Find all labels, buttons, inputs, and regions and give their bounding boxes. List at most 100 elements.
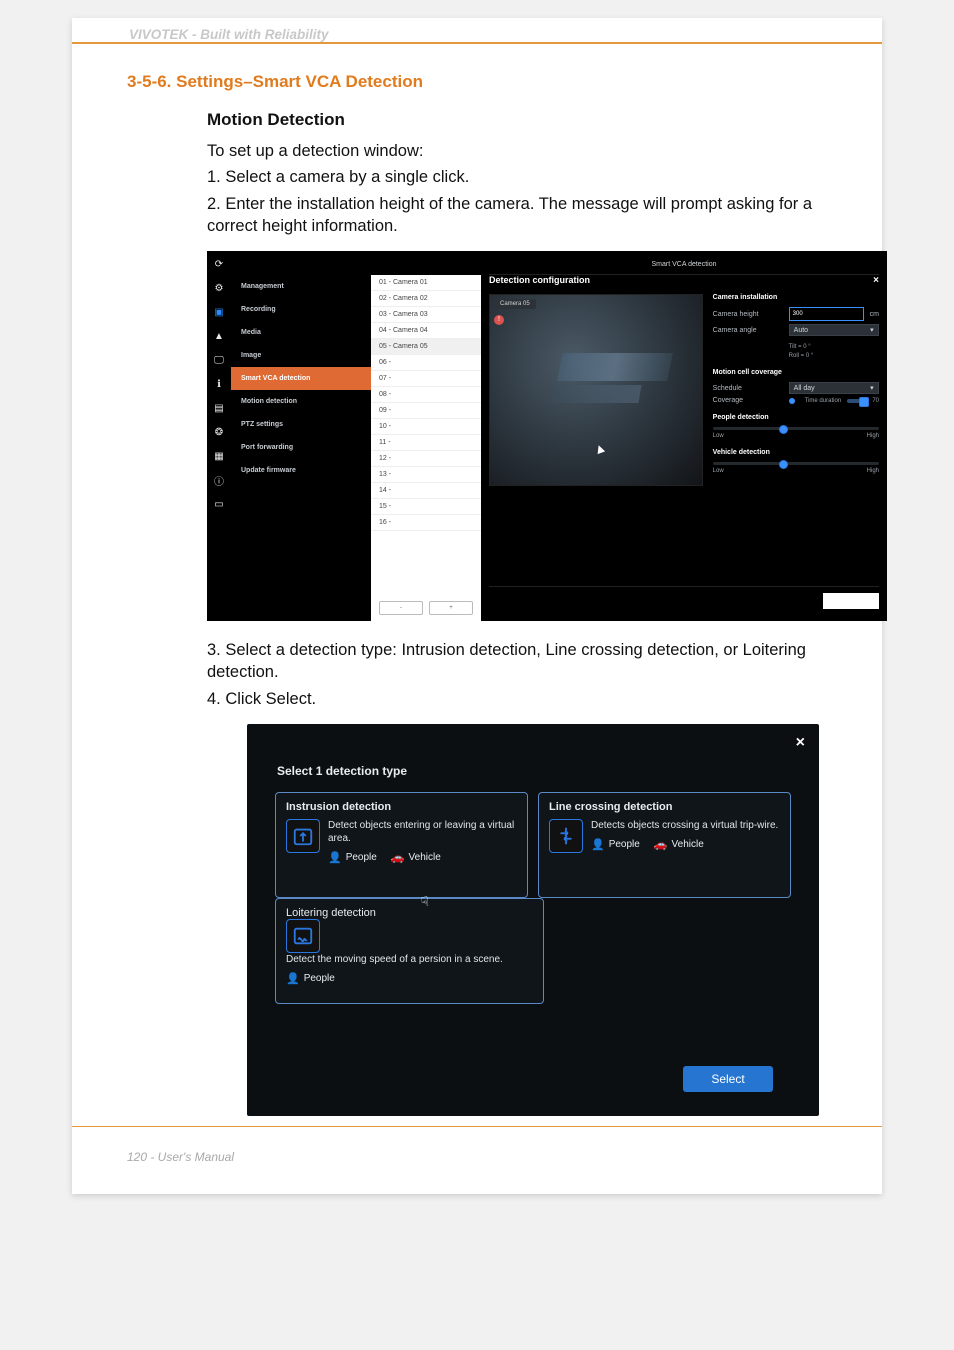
camera-list: 01 - Camera 01 02 - Camera 02 03 - Camer… bbox=[371, 275, 481, 621]
select-button[interactable]: Select bbox=[683, 1066, 773, 1092]
cursor-icon bbox=[595, 444, 605, 454]
label-high: High bbox=[867, 468, 879, 474]
select-camera-angle[interactable]: Auto ▾ bbox=[789, 324, 879, 336]
tag-people: People bbox=[609, 839, 640, 850]
card-desc: Detect the moving speed of a persion in … bbox=[286, 953, 533, 966]
coverage-gauge[interactable] bbox=[847, 399, 866, 403]
nav-item-management[interactable]: Management bbox=[231, 275, 371, 298]
subsection-heading: Motion Detection bbox=[207, 110, 827, 130]
camera-row[interactable]: 07 - bbox=[371, 371, 481, 387]
group-header: Camera installation bbox=[713, 294, 879, 301]
card-loitering-detection[interactable]: Loitering detection Detect the moving sp… bbox=[275, 898, 544, 1004]
intro-text: To set up a detection window: bbox=[207, 140, 827, 162]
readout-roll: Roll = 0 ° bbox=[789, 353, 814, 359]
camera-icon[interactable]: ▣ bbox=[212, 305, 226, 319]
globe-icon[interactable]: ❂ bbox=[212, 425, 226, 439]
camera-row[interactable]: 09 - bbox=[371, 403, 481, 419]
step-item: 3. Select a detection type: Intrusion de… bbox=[207, 639, 827, 684]
camera-row[interactable]: 12 - bbox=[371, 451, 481, 467]
tab-smart-vca-detection[interactable]: Smart VCA detection bbox=[489, 257, 879, 275]
group-header: Motion cell coverage bbox=[713, 369, 879, 376]
camera-row[interactable]: 08 - bbox=[371, 387, 481, 403]
camera-row-selected[interactable]: 05 - Camera 05 bbox=[371, 339, 481, 355]
chevron-down-icon: ▾ bbox=[870, 326, 874, 334]
coverage-value: 70 bbox=[872, 398, 879, 404]
camera-row[interactable]: 14 - bbox=[371, 483, 481, 499]
nav-item-recording[interactable]: Recording bbox=[231, 298, 371, 321]
step-item: 2. Enter the installation height of the … bbox=[207, 193, 827, 238]
camera-row[interactable]: 13 - bbox=[371, 467, 481, 483]
group-header: Vehicle detection bbox=[713, 449, 879, 456]
chevron-down-icon: ▾ bbox=[870, 384, 874, 392]
camera-row[interactable]: 11 - bbox=[371, 435, 481, 451]
loitering-icon bbox=[286, 919, 320, 953]
settings-nav: Management Recording Media Image Smart V… bbox=[231, 275, 371, 621]
step-item: 4. Click Select. bbox=[207, 688, 827, 710]
calendar-icon[interactable]: ▭ bbox=[212, 497, 226, 511]
user-icon[interactable]: ℹ bbox=[212, 377, 226, 391]
group-motion-cell-coverage: Motion cell coverage Schedule All day ▾ … bbox=[713, 369, 879, 404]
card-desc: Detect objects entering or leaving a vir… bbox=[328, 819, 517, 845]
power-icon[interactable]: ⟳ bbox=[212, 257, 226, 271]
vehicle-icon: 🚗 bbox=[654, 838, 668, 851]
readout-tilt: Tilt = 0 ° bbox=[789, 344, 811, 350]
storage-icon[interactable]: ▤ bbox=[212, 401, 226, 415]
nav-item-smart-vca[interactable]: Smart VCA detection bbox=[231, 367, 371, 390]
camera-row[interactable]: 10 - bbox=[371, 419, 481, 435]
group-camera-installation: Camera installation Camera height 300 cm… bbox=[713, 294, 879, 359]
select-schedule[interactable]: All day ▾ bbox=[789, 382, 879, 394]
radio-time-duration[interactable] bbox=[789, 398, 795, 404]
nav-item-port-forwarding[interactable]: Port forwarding bbox=[231, 436, 371, 459]
nav-item-media[interactable]: Media bbox=[231, 321, 371, 344]
warning-icon[interactable]: ! bbox=[494, 315, 504, 325]
nav-item-motion-detection[interactable]: Motion detection bbox=[231, 390, 371, 413]
grid-icon[interactable]: ▦ bbox=[212, 449, 226, 463]
slider-vehicle-sensitivity[interactable] bbox=[713, 462, 879, 465]
camera-row[interactable]: 15 - bbox=[371, 499, 481, 515]
label-high: High bbox=[867, 433, 879, 439]
camlist-remove-button[interactable]: - bbox=[379, 601, 423, 615]
preview-camera-chip: Camera 05 bbox=[494, 299, 536, 309]
apply-button[interactable] bbox=[823, 593, 879, 609]
camlist-add-button[interactable]: + bbox=[429, 601, 473, 615]
camera-row[interactable]: 06 - bbox=[371, 355, 481, 371]
left-icon-rail: ⟳ ⚙ ▣ ▲ 🖵 ℹ ▤ ❂ ▦ ⓘ ▭ bbox=[207, 251, 231, 621]
page-footer: 120 - User's Manual bbox=[127, 1150, 827, 1164]
camera-preview[interactable]: Camera 05 ! bbox=[489, 294, 703, 486]
close-icon[interactable]: × bbox=[873, 275, 879, 286]
display-icon[interactable]: 🖵 bbox=[212, 353, 226, 367]
line-crossing-icon bbox=[549, 819, 583, 853]
nav-item-ptz[interactable]: PTZ settings bbox=[231, 413, 371, 436]
camera-row[interactable]: 02 - Camera 02 bbox=[371, 291, 481, 307]
close-icon[interactable]: × bbox=[796, 734, 805, 752]
camera-row[interactable]: 01 - Camera 01 bbox=[371, 275, 481, 291]
config-form: Camera installation Camera height 300 cm… bbox=[713, 294, 879, 486]
camera-row[interactable]: 04 - Camera 04 bbox=[371, 323, 481, 339]
unit-cm: cm bbox=[870, 311, 879, 318]
info-icon[interactable]: ⓘ bbox=[212, 473, 226, 487]
card-line-crossing-detection[interactable]: Line crossing detection Detects objects … bbox=[538, 792, 791, 898]
select-value: Auto bbox=[794, 327, 808, 334]
preview-decor bbox=[548, 385, 641, 403]
nav-item-update-firmware[interactable]: Update firmware bbox=[231, 459, 371, 482]
gear-icon[interactable]: ⚙ bbox=[212, 281, 226, 295]
label-camera-angle: Camera angle bbox=[713, 327, 783, 334]
card-desc: Detects objects crossing a virtual trip-… bbox=[591, 819, 780, 832]
dialog-title: Select 1 detection type bbox=[277, 764, 407, 778]
slider-people-sensitivity[interactable] bbox=[713, 427, 879, 430]
label-coverage: Coverage bbox=[713, 397, 783, 404]
nav-item-image[interactable]: Image bbox=[231, 344, 371, 367]
intrusion-icon bbox=[286, 819, 320, 853]
camera-row[interactable]: 16 - bbox=[371, 515, 481, 531]
card-intrusion-detection[interactable]: Instrusion detection Detect objects ente… bbox=[275, 792, 528, 898]
person-icon: 👤 bbox=[591, 838, 605, 851]
input-camera-height[interactable]: 300 bbox=[789, 307, 864, 321]
step-item: 1. Select a camera by a single click. bbox=[207, 166, 827, 188]
label-low: Low bbox=[713, 433, 724, 439]
vehicle-icon: 🚗 bbox=[391, 851, 405, 864]
camera-row[interactable]: 03 - Camera 03 bbox=[371, 307, 481, 323]
person-icon: 👤 bbox=[328, 851, 342, 864]
tag-vehicle: Vehicle bbox=[409, 852, 441, 863]
disk-icon[interactable]: ▲ bbox=[212, 329, 226, 343]
tag-vehicle: Vehicle bbox=[672, 839, 704, 850]
